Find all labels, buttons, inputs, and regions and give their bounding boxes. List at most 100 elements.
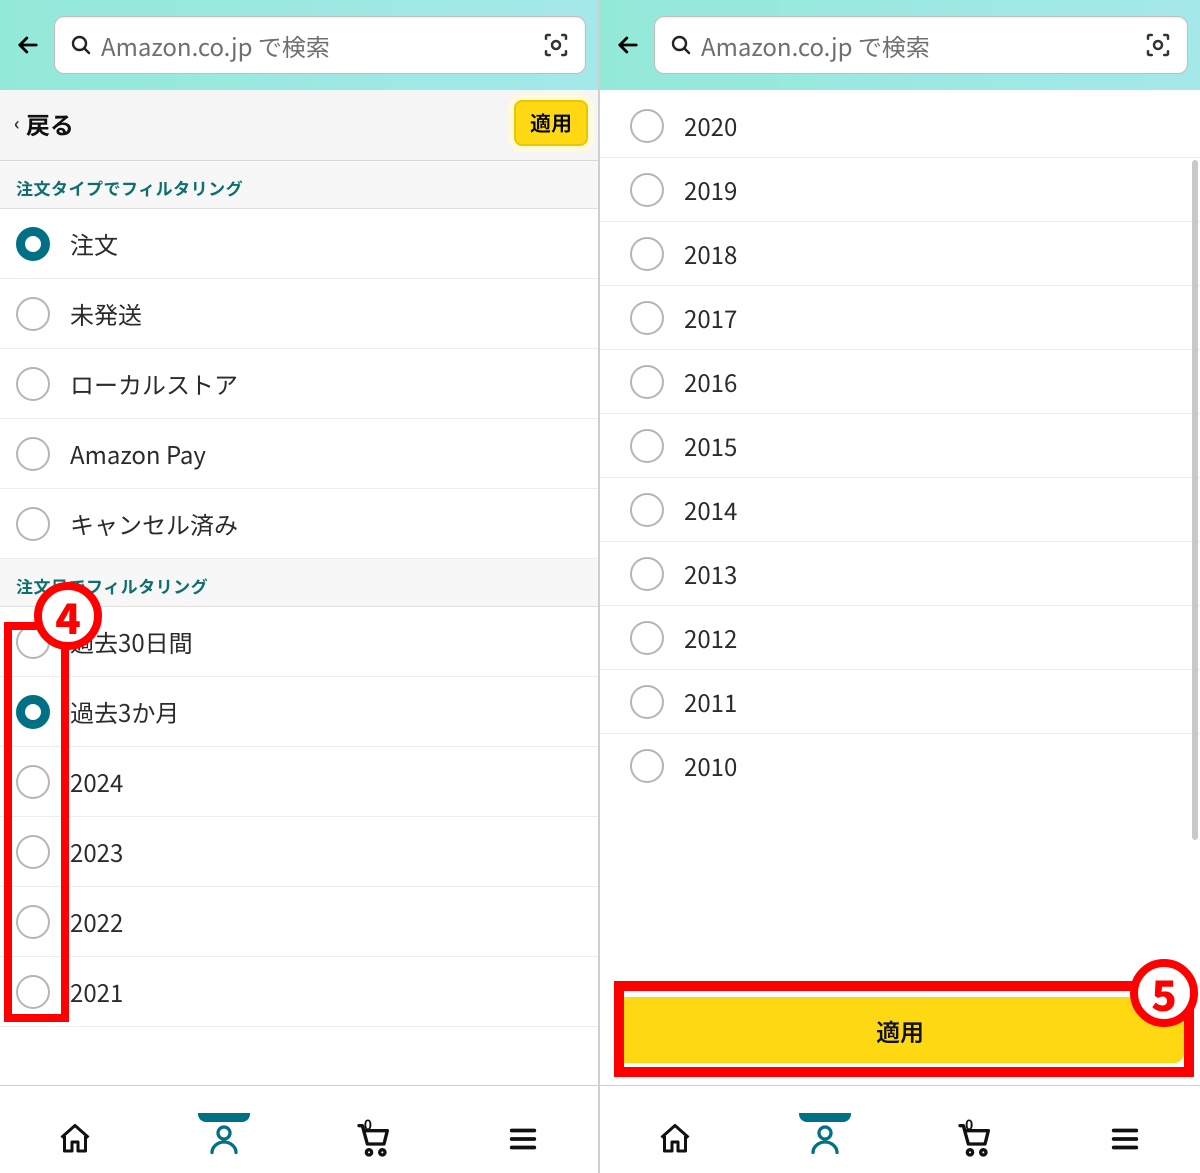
radio-icon [16,695,50,729]
scrollbar[interactable] [1192,160,1198,840]
radio-row-date[interactable]: 過去3か月 [0,677,598,747]
radio-icon [16,507,50,541]
radio-icon [630,301,664,335]
radio-label: 2017 [684,300,737,335]
back-arrow-icon[interactable] [12,29,44,61]
radio-label: 2022 [70,904,123,939]
radio-icon [630,429,664,463]
radio-label: 2023 [70,834,123,869]
search-placeholder: Amazon.co.jp で検索 [101,28,541,63]
cart-icon [955,1119,995,1159]
radio-row-year[interactable]: 2012 [600,606,1200,670]
radio-row-year[interactable]: 2017 [600,286,1200,350]
nav-cart[interactable]: 0 [900,1119,1050,1159]
section-title-order-type: 注文タイプでフィルタリング [0,161,598,209]
apply-pill-button[interactable]: 適用 [514,100,588,146]
home-icon [57,1119,93,1159]
subheader: ‹ 戻る 適用 [0,90,598,161]
radio-icon [16,765,50,799]
radio-icon [16,227,50,261]
radio-label: 2010 [684,748,737,783]
nav-account[interactable] [750,1119,900,1159]
cart-count: 0 [965,1115,973,1135]
radio-row-year[interactable]: 2020 [600,94,1200,158]
camera-scan-icon[interactable] [541,30,571,60]
search-icon [69,33,93,57]
radio-label: 2019 [684,172,737,207]
radio-row-year[interactable]: 2015 [600,414,1200,478]
camera-scan-icon[interactable] [1143,30,1173,60]
back-button[interactable]: ‹ 戻る [14,106,74,141]
radio-row-year[interactable]: 2018 [600,222,1200,286]
radio-row-year[interactable]: 2019 [600,158,1200,222]
back-label: 戻る [26,106,74,141]
nav-home[interactable] [600,1119,750,1159]
radio-row-year[interactable]: 2010 [600,734,1200,797]
radio-icon [630,749,664,783]
chevron-left-icon: ‹ [14,110,20,136]
radio-row-date[interactable]: 過去30日間 [0,607,598,677]
nav-menu[interactable] [449,1119,599,1159]
radio-row-year[interactable]: 2016 [600,350,1200,414]
cart-count: 0 [364,1115,372,1135]
section-title-order-date: 注文日でフィルタリング [0,559,598,607]
active-indicator [799,1113,851,1122]
nav-menu[interactable] [1050,1119,1200,1159]
radio-label: 過去3か月 [70,694,179,729]
radio-icon [16,367,50,401]
radio-row-order-type[interactable]: Amazon Pay [0,419,598,489]
search-icon [669,33,693,57]
radio-row-year[interactable]: 2013 [600,542,1200,606]
radio-icon [630,685,664,719]
radio-label: 2021 [70,974,123,1009]
radio-label: 2018 [684,236,737,271]
search-input[interactable]: Amazon.co.jp で検索 [54,16,586,74]
active-indicator [198,1113,250,1122]
radio-label: Amazon Pay [70,436,206,471]
radio-icon [16,297,50,331]
user-icon [206,1119,242,1159]
radio-row-order-type[interactable]: ローカルストア [0,349,598,419]
apply-bar: 適用 [616,997,1184,1063]
radio-row-order-type[interactable]: 未発送 [0,279,598,349]
radio-icon [16,835,50,869]
radio-row-date[interactable]: 2023 [0,817,598,887]
radio-row-date[interactable]: 2022 [0,887,598,957]
search-placeholder: Amazon.co.jp で検索 [701,28,1143,63]
radio-label: 注文 [70,226,118,261]
cart-icon [354,1119,394,1159]
menu-icon [1108,1119,1142,1159]
radio-icon [630,237,664,271]
radio-label: 2011 [684,684,737,719]
radio-icon [16,905,50,939]
bottom-nav: 0 [600,1085,1200,1173]
search-input[interactable]: Amazon.co.jp で検索 [654,16,1188,74]
radio-row-order-type[interactable]: 注文 [0,209,598,279]
home-icon [657,1119,693,1159]
topbar: Amazon.co.jp で検索 [0,0,598,90]
radio-label: 2013 [684,556,737,591]
nav-home[interactable] [0,1119,150,1159]
radio-row-year[interactable]: 2011 [600,670,1200,734]
radio-row-date[interactable]: 2021 [0,957,598,1027]
radio-row-date[interactable]: 2024 [0,747,598,817]
radio-label: 未発送 [70,296,142,331]
apply-button[interactable]: 適用 [616,997,1184,1063]
nav-account[interactable] [150,1119,300,1159]
apply-button-label: 適用 [876,1013,924,1048]
radio-icon [16,437,50,471]
radio-row-year[interactable]: 2014 [600,478,1200,542]
radio-icon [630,365,664,399]
radio-icon [630,173,664,207]
topbar: Amazon.co.jp で検索 [600,0,1200,90]
radio-label: キャンセル済み [70,506,238,541]
radio-label: ローカルストア [70,366,238,401]
radio-row-order-type[interactable]: キャンセル済み [0,489,598,559]
nav-cart[interactable]: 0 [299,1119,449,1159]
menu-icon [506,1119,540,1159]
radio-label: 2015 [684,428,737,463]
back-arrow-icon[interactable] [612,29,644,61]
radio-icon [16,625,50,659]
radio-label: 2020 [684,108,737,143]
radio-label: 2012 [684,620,737,655]
